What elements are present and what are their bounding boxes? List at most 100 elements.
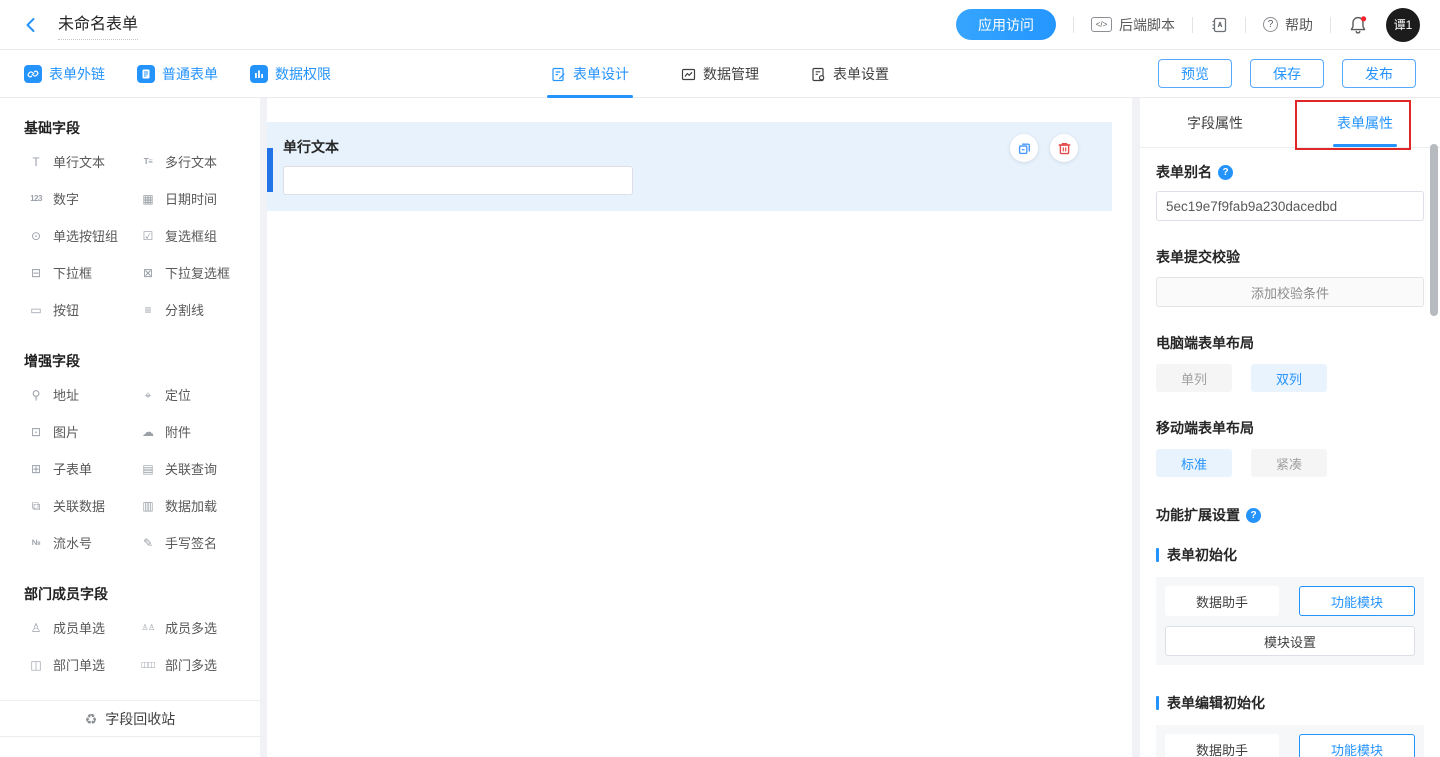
mobile-layout-compact-option[interactable]: 紧凑 [1251,449,1327,477]
field-recycle-bin-button[interactable]: ♻ 字段回收站 [0,700,260,737]
data-permission-button[interactable]: 数据权限 [250,64,331,84]
form-edit-init-label: 表单编辑初始化 [1167,693,1265,713]
tab-data-manage[interactable]: 数据管理 [681,50,759,98]
sidebar-field-multi-line-text[interactable]: T≡多行文本 [140,152,252,171]
linked-data-icon: ⧉ [28,500,44,512]
form-init-module-settings-button[interactable]: 模块设置 [1165,626,1415,656]
tab-form-design[interactable]: 表单设计 [551,50,629,98]
field-label: 下拉复选框 [165,263,230,282]
pc-layout-double-option[interactable]: 双列 [1251,364,1327,392]
sidebar-field-dept-multi[interactable]: ◫◫部门多选 [140,655,252,674]
sidebar-field-image[interactable]: ⊡图片 [28,422,140,441]
field-label: 地址 [53,385,79,404]
canvas-field-label: 单行文本 [283,137,1096,157]
single-line-text-input[interactable] [283,166,633,195]
sidebar-field-select[interactable]: ⊟下拉框 [28,263,140,282]
help-label: 帮助 [1285,15,1313,35]
field-label: 日期时间 [165,189,217,208]
datetime-icon: ▦ [140,193,156,205]
properties-tabs: 字段属性 表单属性 [1140,98,1440,148]
selected-field-block[interactable]: 单行文本 [267,122,1112,211]
sidebar-field-signature[interactable]: ✎ 手写签名 [140,533,252,552]
tab-form-settings[interactable]: 表单设置 [811,50,889,98]
external-link-button[interactable]: 表单外链 [24,64,105,84]
form-init-data-assistant-button[interactable]: 数据助手 [1165,586,1279,616]
sidebar-field-multi-select[interactable]: ⊠下拉复选框 [140,263,252,282]
sidebar-field-address[interactable]: ⚲ 地址 [28,385,140,404]
alias-help-icon[interactable]: ? [1218,165,1233,180]
pc-layout-label: 电脑端表单布局 [1156,333,1254,353]
sidebar-field-single-line-text[interactable]: T单行文本 [28,152,140,171]
sidebar-field-member-single[interactable]: ♙成员单选 [28,618,140,637]
section-title-member-fields: 部门成员字段 [0,564,260,608]
sidebar-field-subform[interactable]: ⊞子表单 [28,459,140,478]
field-label: 数字 [53,189,79,208]
form-edit-init-data-assistant-button[interactable]: 数据助手 [1165,734,1279,757]
sidebar-field-checkbox-group[interactable]: ☑复选框组 [140,226,252,245]
app-access-button[interactable]: 应用访问 [956,9,1056,40]
pc-layout-single-option[interactable]: 单列 [1156,364,1232,392]
toolbar-actions: 预览 保存 发布 [1158,59,1416,88]
sidebar-field-divider[interactable]: ≡分割线 [140,300,252,319]
field-label: 手写签名 [165,533,217,552]
form-init-feature-module-button[interactable]: 功能模块 [1299,586,1415,616]
serial-number-icon: № [28,539,44,547]
sidebar-field-button[interactable]: ▭按钮 [28,300,140,319]
external-link-label: 表单外链 [49,64,105,84]
address-icon: ⚲ [28,389,44,401]
save-button[interactable]: 保存 [1250,59,1324,88]
field-label: 单选按钮组 [53,226,118,245]
form-edit-init-feature-module-button[interactable]: 功能模块 [1299,734,1415,757]
notification-badge [1361,16,1366,21]
avatar[interactable]: 谭1 [1386,8,1420,42]
sidebar-field-dept-single[interactable]: ◫部门单选 [28,655,140,674]
image-icon: ⊡ [28,426,44,438]
recycle-icon: ♻ [85,712,98,726]
help-button[interactable]: ? 帮助 [1263,15,1313,35]
notifications-button[interactable] [1348,15,1368,35]
panel-scrollbar[interactable] [1430,144,1438,316]
delete-field-button[interactable] [1050,134,1078,162]
form-toolbar: 表单外链 普通表单 数据权限 表单设计 [0,50,1440,98]
sidebar-field-linked-query[interactable]: ▤关联查询 [140,459,252,478]
code-icon: </> [1091,17,1112,32]
sidebar-field-member-multi[interactable]: ♙♙成员多选 [140,618,252,637]
sidebar-field-datetime[interactable]: ▦ 日期时间 [140,189,252,208]
add-validation-button[interactable]: 添加校验条件 [1156,277,1424,307]
divider-field-icon: ≡ [140,304,156,316]
plain-form-button[interactable]: 普通表单 [137,64,218,84]
radio-group-icon: ⊙ [28,230,44,242]
tab-form-properties[interactable]: 表单属性 [1290,98,1440,147]
feature-extension-help-icon[interactable]: ? [1246,508,1261,523]
sidebar-field-serial-number[interactable]: №流水号 [28,533,140,552]
sidebar-field-linked-data[interactable]: ⧉关联数据 [28,496,140,515]
back-button[interactable] [22,14,44,36]
checkbox-group-icon: ☑ [140,230,156,242]
tab-form-settings-label: 表单设置 [833,64,889,84]
form-title[interactable]: 未命名表单 [58,10,138,40]
preview-button[interactable]: 预览 [1158,59,1232,88]
field-label: 部门多选 [165,655,217,674]
backend-script-button[interactable]: </> 后端脚本 [1091,15,1175,35]
plain-form-label: 普通表单 [162,64,218,84]
sidebar-field-radio-group[interactable]: ⊙ 单选按钮组 [28,226,140,245]
mobile-layout-standard-option[interactable]: 标准 [1156,449,1232,477]
form-canvas[interactable]: 单行文本 [267,98,1132,757]
form-init-label: 表单初始化 [1167,545,1237,565]
dept-single-icon: ◫ [28,659,44,671]
tab-field-properties[interactable]: 字段属性 [1140,98,1290,147]
publish-button[interactable]: 发布 [1342,59,1416,88]
sidebar-field-location[interactable]: ⌖定位 [140,385,252,404]
sidebar-field-attachment[interactable]: ☁附件 [140,422,252,441]
form-alias-input[interactable] [1156,191,1424,221]
contacts-icon [1210,16,1228,34]
signature-icon: ✎ [140,537,156,549]
sidebar-field-number[interactable]: 123 数字 [28,189,140,208]
select-icon: ⊟ [28,267,44,279]
sidebar-field-data-load[interactable]: ▥数据加载 [140,496,252,515]
properties-panel: 字段属性 表单属性 表单别名 ? 表单提交校验 添加校验条件 电脑端表单布局 单… [1140,98,1440,757]
copy-field-button[interactable] [1010,134,1038,162]
number-icon: 123 [28,195,44,203]
contacts-button[interactable] [1210,16,1228,34]
form-edit-init-heading: 表单编辑初始化 [1156,693,1424,713]
